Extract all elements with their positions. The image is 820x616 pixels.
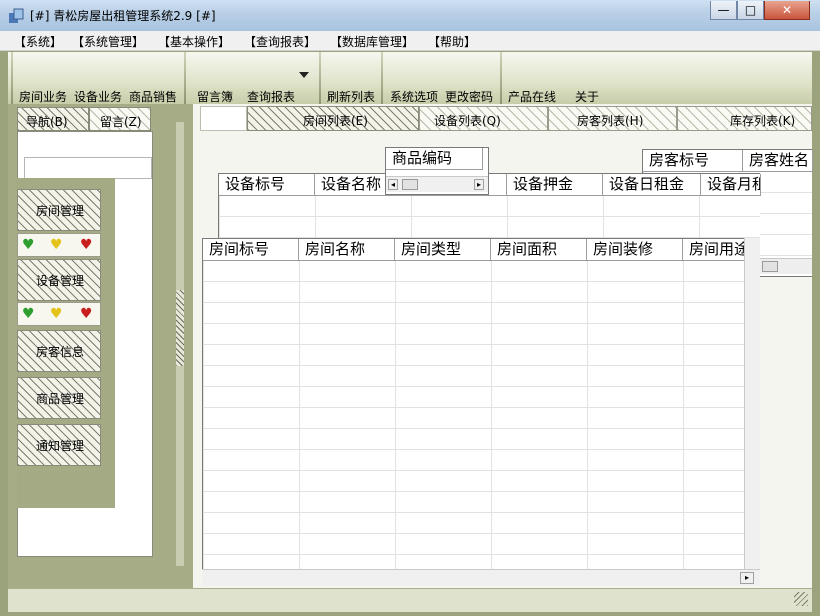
- tab-equipment-list-label: 设备列表(Q): [434, 114, 501, 128]
- minimize-button[interactable]: —: [710, 1, 737, 20]
- column-header-goods-code[interactable]: 商品编码: [386, 148, 483, 170]
- column-header-tenant-name[interactable]: 房客姓名: [743, 150, 813, 172]
- tab-tenant-list[interactable]: 房客列表(H): [548, 106, 677, 131]
- tenant-info-button[interactable]: 房客信息: [17, 330, 101, 372]
- column-header-room-id[interactable]: 房间标号: [203, 239, 299, 261]
- menu-database-management[interactable]: 【数据库管理】: [330, 33, 414, 50]
- equipment-table: 设备标号 设备名称 设备押金 设备日租金 设备月租: [218, 173, 761, 241]
- window-title: [#] 青松房屋出租管理系统2.9 [#]: [30, 9, 216, 23]
- status-bar: [8, 588, 812, 612]
- room-table: 房间标号 房间名称 房间类型 房间面积 房间装修 房间用途: [202, 238, 760, 586]
- goods-table-scrollbar[interactable]: ◂ ▸: [386, 176, 488, 192]
- tab-inventory-list-label: 库存列表(K): [730, 114, 796, 128]
- red-heart-icon[interactable]: ♥: [80, 238, 93, 252]
- tab-navigation[interactable]: 导航(B): [17, 107, 89, 131]
- equipment-status-lights: ♥ ♥ ♥: [17, 302, 101, 326]
- tab-room-list[interactable]: 房间列表(E): [247, 106, 419, 131]
- products-online-button[interactable]: 产品在线: [508, 88, 556, 105]
- menu-query-reports[interactable]: 【查询报表】: [244, 33, 316, 50]
- tab-equipment-list[interactable]: 设备列表(Q): [419, 106, 548, 131]
- query-report-button[interactable]: 查询报表: [247, 88, 295, 105]
- column-header-room-decoration[interactable]: 房间装修: [587, 239, 683, 261]
- resize-grip-icon[interactable]: [794, 592, 808, 606]
- scrollbar-thumb[interactable]: [402, 179, 418, 190]
- about-button[interactable]: 关于: [575, 88, 599, 105]
- notice-management-button[interactable]: 通知管理: [17, 424, 101, 466]
- message-book-button[interactable]: 留言簿: [197, 88, 233, 105]
- toolbar-separator: [381, 52, 383, 104]
- tab-messages-label: 留言(Z): [100, 115, 142, 129]
- goods-table: 商品编码 ◂ ▸: [385, 147, 489, 195]
- room-status-lights: ♥ ♥ ♥: [17, 233, 101, 257]
- equipment-management-button[interactable]: 设备管理: [17, 259, 101, 301]
- room-management-button[interactable]: 房间管理: [17, 189, 101, 231]
- scrollbar-thumb[interactable]: [762, 261, 778, 272]
- dropdown-arrow-icon[interactable]: [299, 72, 309, 78]
- column-header-room-area[interactable]: 房间面积: [491, 239, 587, 261]
- change-password-button[interactable]: 更改密码: [445, 88, 493, 105]
- column-header-room-type[interactable]: 房间类型: [395, 239, 491, 261]
- refresh-list-button[interactable]: 刷新列表: [327, 88, 375, 105]
- column-header-equipment-id[interactable]: 设备标号: [219, 174, 315, 196]
- green-heart-icon[interactable]: ♥: [22, 238, 35, 252]
- goods-sales-button[interactable]: 商品销售: [129, 88, 177, 105]
- yellow-heart-icon[interactable]: ♥: [50, 307, 63, 321]
- column-header-equipment-monthly-rent[interactable]: 设备月租: [701, 174, 761, 196]
- column-header-equipment-deposit[interactable]: 设备押金: [507, 174, 603, 196]
- red-heart-icon[interactable]: ♥: [80, 307, 93, 321]
- maximize-button[interactable]: □: [737, 1, 764, 20]
- column-header-equipment-daily-rent[interactable]: 设备日租金: [603, 174, 701, 196]
- tab-tenant-list-label: 房客列表(H): [577, 114, 644, 128]
- room-business-button[interactable]: 房间业务: [19, 88, 67, 105]
- scroll-right-icon[interactable]: ▸: [740, 572, 754, 584]
- scroll-left-icon[interactable]: ◂: [388, 179, 398, 190]
- toolbar-separator: [500, 52, 502, 104]
- tab-room-list-label: 房间列表(E): [303, 114, 368, 128]
- room-table-horizontal-scrollbar[interactable]: ▸: [202, 569, 760, 586]
- menu-basic-operations[interactable]: 【基本操作】: [158, 33, 230, 50]
- toolbar-separator: [319, 52, 321, 104]
- menu-help[interactable]: 【帮助】: [428, 33, 476, 50]
- close-button[interactable]: ✕: [764, 1, 810, 20]
- yellow-heart-icon[interactable]: ♥: [50, 238, 63, 252]
- column-header-tenant-id[interactable]: 房客标号: [643, 150, 743, 172]
- room-table-vertical-scrollbar[interactable]: [744, 238, 760, 586]
- column-header-room-usage[interactable]: 房间用途: [683, 239, 745, 261]
- goods-management-button[interactable]: 商品管理: [17, 377, 101, 419]
- scroll-right-icon[interactable]: ▸: [474, 179, 484, 190]
- tab-inventory-list[interactable]: 库存列表(K): [677, 106, 812, 131]
- tab-navigation-label: 导航(B): [26, 115, 68, 129]
- toolbar-separator: [11, 52, 13, 104]
- toolbar-separator: [184, 52, 186, 104]
- splitter-grip[interactable]: [176, 290, 184, 366]
- nav-search-box[interactable]: [24, 157, 152, 179]
- tab-blank: [200, 106, 247, 131]
- menu-system-management[interactable]: 【系统管理】: [72, 33, 144, 50]
- tab-messages[interactable]: 留言(Z): [89, 107, 151, 131]
- tenant-table-scrollbar[interactable]: [760, 258, 812, 274]
- menu-system[interactable]: 【系统】: [14, 33, 62, 50]
- equipment-business-button[interactable]: 设备业务: [74, 88, 122, 105]
- app-icon: [8, 8, 24, 24]
- green-heart-icon[interactable]: ♥: [22, 307, 35, 321]
- system-options-button[interactable]: 系统选项: [390, 88, 438, 105]
- column-header-room-name[interactable]: 房间名称: [299, 239, 395, 261]
